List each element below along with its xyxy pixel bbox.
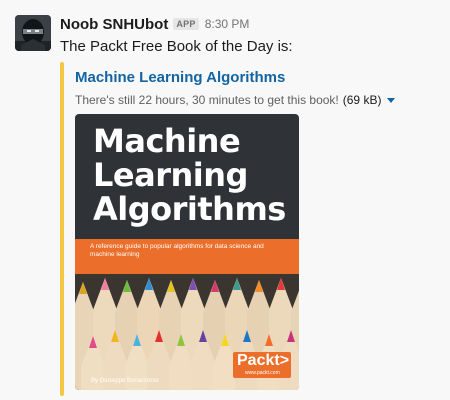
book-author: By Giuseppe Bonaccorso	[91, 378, 159, 384]
cover-subtitle-band: A reference guide to popular algorithms …	[75, 239, 299, 274]
file-size: (69 kB)	[342, 93, 382, 107]
message-header: Noob SNHUbot APP 8:30 PM	[60, 14, 249, 34]
publisher-logo: Packt> www.packt.com	[233, 352, 291, 378]
message: Noob SNHUbot APP 8:30 PM The Packt Free …	[0, 0, 450, 400]
message-text: The Packt Free Book of the Day is:	[60, 38, 293, 55]
username[interactable]: Noob SNHUbot	[60, 16, 168, 33]
bot-avatar[interactable]	[15, 15, 51, 51]
ninja-avatar-icon	[15, 15, 51, 51]
app-badge: APP	[173, 18, 199, 30]
attachment-accent-bar	[60, 62, 64, 396]
publisher-name: Packt>	[237, 352, 290, 369]
book-cover-subtitle: A reference guide to popular algorithms …	[90, 243, 264, 258]
book-cover-title: Machine Learning Algorithms	[93, 124, 293, 226]
book-title-line: Learning	[93, 156, 248, 194]
caret-down-icon[interactable]	[385, 94, 397, 106]
attachment-meta-text: There's still 22 hours, 30 minutes to ge…	[75, 93, 339, 107]
timestamp[interactable]: 8:30 PM	[205, 17, 250, 31]
publisher-url: www.packt.com	[245, 370, 280, 376]
book-cover-image[interactable]: Machine Learning Algorithms A reference …	[75, 114, 299, 390]
attachment-meta: There's still 22 hours, 30 minutes to ge…	[75, 93, 397, 107]
attachment-title-link[interactable]: Machine Learning Algorithms	[75, 69, 285, 86]
book-title-line: Machine	[93, 122, 241, 160]
book-title-line: Algorithms	[93, 190, 286, 228]
